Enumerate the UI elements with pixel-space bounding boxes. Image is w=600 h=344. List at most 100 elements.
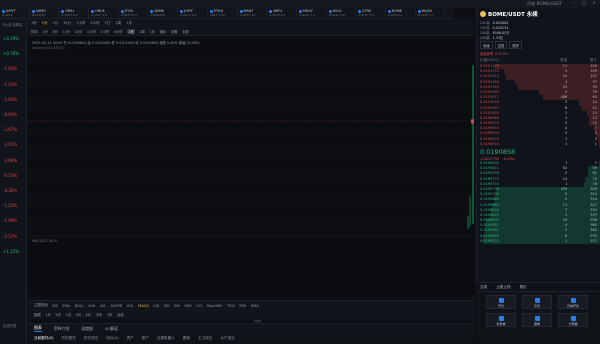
watchlist-change[interactable]: -1.43%	[0, 77, 26, 92]
trade-tab[interactable]: 止盈止损	[496, 285, 510, 290]
indicator-button[interactable]: VOL	[127, 304, 134, 308]
trade-tile[interactable]: 平仓	[522, 295, 552, 309]
interval-button[interactable]: 15分	[63, 21, 71, 26]
market-type-button[interactable]: 永续	[480, 41, 493, 49]
watchlist-change[interactable]: -2.11%	[0, 137, 26, 152]
range-button[interactable]: 1年	[107, 312, 113, 317]
chart-tool-button[interactable]: 2小时	[100, 29, 109, 34]
chart-tab[interactable]: 深度图	[81, 326, 93, 332]
chart-tool-button[interactable]: 全屏	[182, 29, 189, 34]
interval-button[interactable]: 1周	[115, 21, 121, 26]
ticker-item[interactable]: MANT 1.1657 4.1	[238, 8, 268, 18]
indicator-button[interactable]: BOLL	[75, 304, 84, 308]
trade-tile[interactable]: 条件单	[486, 313, 516, 327]
ticker-item[interactable]: MEUV 0.0019 7.3	[297, 8, 327, 18]
indicator-button[interactable]: DMA	[251, 304, 259, 308]
indicator-button[interactable]: OBV	[184, 304, 191, 308]
range-button[interactable]: 6月	[86, 312, 92, 317]
indicator-button[interactable]: 主图指标	[34, 303, 48, 308]
range-button[interactable]: 隐藏	[34, 312, 41, 317]
ticker-item[interactable]: STRK 1.8157 0.3	[356, 8, 386, 18]
watchlist-change[interactable]: -3.36%	[0, 183, 26, 198]
watchlist-change[interactable]: +0.39%	[0, 31, 26, 46]
minimize-icon[interactable]: –	[573, 1, 575, 6]
order-tab[interactable]: 主力成交	[198, 336, 212, 341]
indicator-button[interactable]: StochRSI	[207, 304, 223, 308]
watchlist-change[interactable]: -0.93%	[0, 107, 26, 122]
ticker-item[interactable]: SAMO 0.017253	[30, 8, 60, 18]
range-button[interactable]: 今年	[96, 312, 103, 317]
ticker-item[interactable]: JTOU 3.5437 0.1	[119, 8, 149, 18]
chart-tool-button[interactable]: 5分	[52, 29, 58, 34]
indicator-button[interactable]: WR	[174, 304, 180, 308]
watchlist-change[interactable]: -1.25%	[0, 198, 26, 213]
order-tab[interactable]: 资产	[127, 336, 134, 341]
ticker-item[interactable]: ORCA 4.1917 3.6	[89, 8, 119, 18]
maximize-icon[interactable]: □	[582, 1, 586, 6]
chart-tool-button[interactable]: 30分	[75, 29, 83, 34]
interval-button[interactable]: 1分	[42, 21, 48, 26]
watchlist-change[interactable]: -1.02%	[0, 61, 26, 76]
ticker-item[interactable]: ORAI 3.1437 0.3	[59, 8, 90, 18]
orderbook-row[interactable]: 0.0190522 1 571	[477, 238, 600, 244]
chart-tab[interactable]: 图表	[34, 325, 42, 332]
chart-canvas[interactable]	[28, 36, 474, 294]
chart-tool-button[interactable]: 15分	[62, 29, 70, 34]
chart-tool-button[interactable]: 时间	[31, 29, 38, 34]
price-chart[interactable]: 2024-03-11 00:00 开 0.0190854 高 0.0240000…	[28, 36, 502, 294]
orderbook-row[interactable]: 0.0190902 1 1	[477, 141, 600, 147]
ticker-item[interactable]: BOME 0.019 6.1	[386, 8, 416, 18]
market-type-button[interactable]: 现货	[509, 41, 522, 49]
chart-tool-button[interactable]: 1小时	[87, 29, 96, 34]
ticker-item[interactable]: BONK 0.000026	[148, 8, 179, 18]
range-button[interactable]: 3月	[75, 312, 81, 317]
indicator-button[interactable]: SUPER	[111, 304, 123, 308]
trade-tile[interactable]: 闪电开仓	[558, 295, 588, 309]
order-tab[interactable]: 历史委托	[61, 336, 75, 341]
chart-tool-button[interactable]: 1月	[149, 29, 155, 34]
ticker-item[interactable]: WLDU 8.7155 1.7	[416, 8, 446, 18]
chart-tool-button[interactable]: 1分	[42, 29, 48, 34]
ticker-item[interactable]: WIFU 3.4175 0.4	[267, 8, 297, 18]
trade-tile[interactable]: 开仓	[486, 295, 516, 309]
indicator-button[interactable]: MACD	[138, 304, 149, 308]
range-button[interactable]: 5天	[55, 312, 61, 317]
chart-tool-button[interactable]: 指标	[159, 29, 166, 34]
interval-button[interactable]: 1日	[105, 21, 111, 26]
range-button[interactable]: 1月	[65, 312, 71, 317]
close-icon[interactable]: ×	[592, 1, 596, 6]
watchlist-change[interactable]: -2.06%	[0, 153, 26, 168]
indicator-button[interactable]: EMA	[62, 304, 70, 308]
order-tab[interactable]: 历史成交	[84, 336, 98, 341]
trade-tile[interactable]: 计算器	[558, 313, 588, 327]
watchlist-change[interactable]: -3.67%	[0, 122, 26, 137]
indicator-button[interactable]: CCI	[196, 304, 202, 308]
watchlist-change[interactable]: +0.76%	[0, 46, 26, 61]
indicator-button[interactable]: TRIX	[227, 304, 235, 308]
interval-button[interactable]: 4小时	[90, 21, 99, 26]
market-type-button[interactable]: 交割	[494, 41, 508, 49]
interval-button[interactable]: 1秒	[31, 21, 37, 26]
range-button[interactable]: 全部	[117, 312, 124, 317]
watchlist-change[interactable]: -2.57%	[0, 228, 26, 243]
order-tab[interactable]: 当前委托(0)	[34, 336, 53, 341]
watchlist-change[interactable]: -1.82%	[0, 92, 26, 107]
chart-tab[interactable]: 币种介绍	[54, 326, 70, 332]
chart-tool-button[interactable]: 4小时	[114, 29, 123, 34]
order-tab[interactable]: 大户成交	[220, 336, 234, 341]
symbol-header[interactable]: BOME/USDT 永续	[477, 8, 600, 20]
interval-button[interactable]: 1小时	[76, 21, 85, 26]
ticker-item[interactable]: XOLU 0.0215 3.9	[327, 8, 357, 18]
range-button[interactable]: 1天	[45, 312, 51, 317]
order-tab[interactable]: 账户	[142, 336, 149, 341]
indicator-button[interactable]: KDJ	[153, 304, 159, 308]
ticker-item[interactable]: ETHU 3627 1.45	[208, 8, 238, 18]
trade-tile[interactable]: 跟单	[522, 313, 552, 327]
order-tab[interactable]: 跟单	[183, 336, 190, 341]
watchlist-change[interactable]: -1.99%	[0, 213, 26, 228]
indicator-button[interactable]: MA	[53, 304, 58, 308]
indicator-button[interactable]: DMI	[239, 304, 246, 308]
order-tab[interactable]: 持仓(0)	[106, 336, 118, 341]
indicator-button[interactable]: SAR	[88, 304, 95, 308]
indicator-button[interactable]: AVL	[100, 304, 107, 308]
